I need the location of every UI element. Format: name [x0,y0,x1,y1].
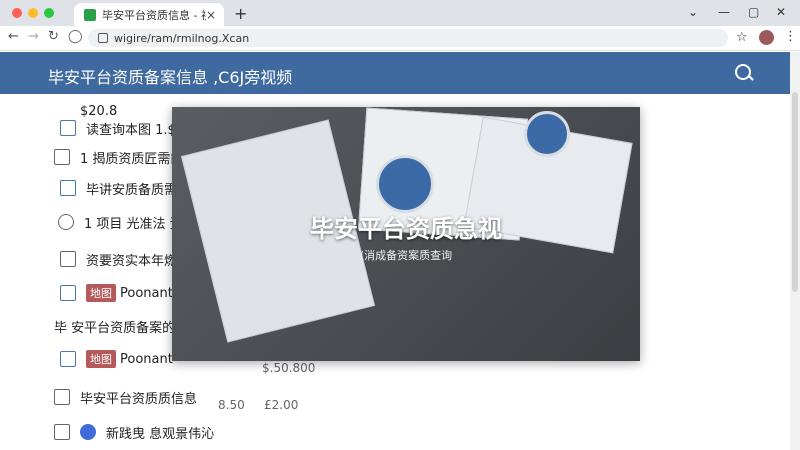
chevron-down-icon[interactable]: ⌄ [688,5,698,19]
document-icon [60,120,76,136]
document-icon [54,389,70,405]
back-icon[interactable]: ← [8,29,19,44]
bookmark-star-icon[interactable]: ☆ [736,30,748,45]
price-value: $.50.800 [262,361,316,375]
browser-tab[interactable]: 毕安平台资质信息 - 视频 × [74,3,224,26]
certificate-icon [60,351,76,367]
menu-kebab-icon[interactable]: ⋮ [784,29,797,44]
page-title: 毕安平台资质备案信息 ,C6J旁视频 [48,68,293,87]
overlay-subtitle: (消成备资案质查询 [359,249,453,262]
list-item-label: Poonant [120,285,173,301]
minimize-window-button[interactable] [28,8,38,18]
list-item-label: Poonant [120,351,173,367]
scrollbar[interactable] [790,52,800,450]
list-item[interactable]: 地图 Poonant [60,348,173,370]
maximize-window-button[interactable] [44,8,54,18]
restore-icon[interactable]: ▢ [748,5,759,19]
reload-icon[interactable]: ↻ [48,29,59,44]
tab-close-icon[interactable]: × [206,8,216,22]
close-icon[interactable]: ✕ [776,5,786,19]
favicon-icon [84,8,96,21]
price-value: 8.50 [218,398,245,412]
address-bar: ← → ↻ ◯ wigire/ram/rmilnog.Xcan ☆ ⋮ [0,26,800,51]
url-text: wigire/ram/rmilnog.Xcan [114,31,250,45]
map-tag: 地图 [86,350,116,368]
badge-icon [524,111,570,157]
compass-icon [80,424,96,440]
certificate-icon [60,285,76,301]
forward-icon[interactable]: → [28,29,39,44]
list-item[interactable]: 新践曳 息观景伟沁 [54,421,214,443]
overlay-title: 毕安平台资质急视 [310,215,502,243]
list-item[interactable]: 地图 Poonant [60,282,173,304]
scrollbar-thumb[interactable] [792,92,798,292]
profile-avatar[interactable] [759,30,774,45]
url-field[interactable]: wigire/ram/rmilnog.Xcan [88,29,728,47]
site-header: 毕安平台资质备案信息 ,C6J旁视频 [0,52,790,94]
list-item-label: 毕安平台资质质信息 [80,391,198,407]
search-icon[interactable] [735,64,751,80]
browser-tab-strip: 毕安平台资质信息 - 视频 × + ⌄ — ▢ ✕ [0,0,800,26]
map-tag: 地图 [86,284,116,302]
certificate-icon [60,180,76,196]
list-item-label: 新践曳 息观景伟沁 [106,426,215,442]
document-icon [54,424,70,440]
bubble-icon[interactable]: ◯ [68,29,83,44]
video-overlay[interactable]: 毕安平台资质急视 (消成备资案质查询 [172,107,640,361]
price-value: £2.00 [264,398,299,412]
user-icon [58,214,74,230]
lock-icon [98,33,108,43]
list-item[interactable]: 毕安平台资质质信息 [54,386,197,408]
checkbox-icon [54,149,70,165]
close-window-button[interactable] [12,8,22,18]
tab-title: 毕安平台资质信息 - 视频 [102,8,206,22]
badge-icon [376,155,434,213]
new-tab-button[interactable]: + [234,4,247,23]
checkbox-icon [60,251,76,267]
minimize-icon[interactable]: — [718,5,730,19]
